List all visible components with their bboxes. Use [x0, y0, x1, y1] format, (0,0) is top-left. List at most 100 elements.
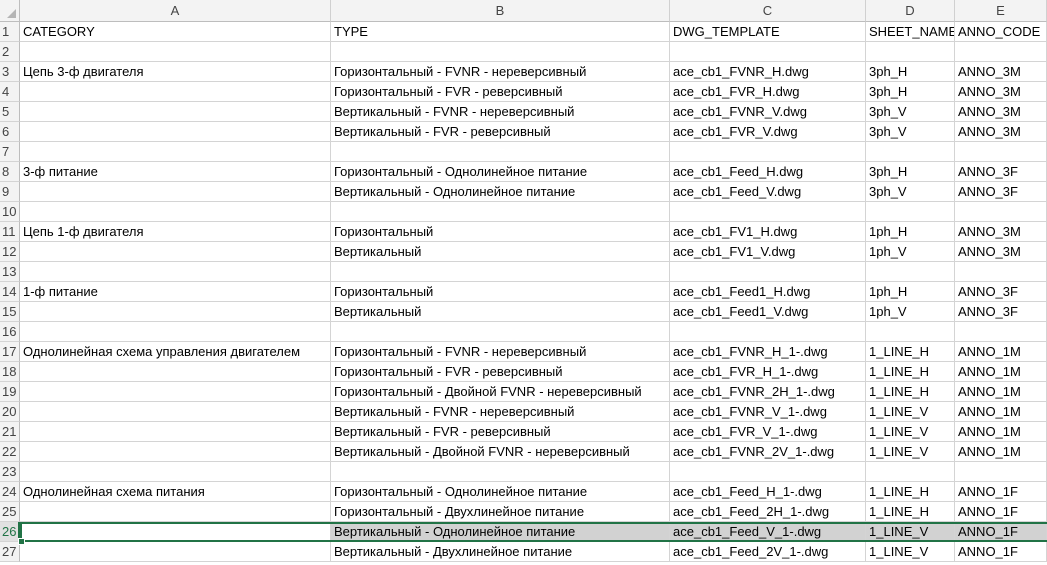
cell-a[interactable] [20, 322, 331, 342]
cell-d[interactable]: 1_LINE_H [866, 362, 955, 382]
cell-a[interactable] [20, 302, 331, 322]
cell-c[interactable]: ace_cb1_FVNR_H_1-.dwg [670, 342, 866, 362]
row-header[interactable]: 4 [0, 82, 20, 102]
row-header[interactable]: 27 [0, 542, 20, 562]
cell-d[interactable]: 3ph_H [866, 162, 955, 182]
cell-e[interactable]: ANNO_3F [955, 182, 1047, 202]
row-header[interactable]: 10 [0, 202, 20, 222]
row-header[interactable]: 3 [0, 62, 20, 82]
cell-d[interactable]: 3ph_V [866, 102, 955, 122]
row-header[interactable]: 6 [0, 122, 20, 142]
cell-b[interactable]: Вертикальный - Однолинейное питание [331, 522, 670, 542]
cell-c[interactable] [670, 462, 866, 482]
cell-e[interactable]: ANNO_CODE [955, 22, 1047, 42]
cell-b[interactable] [331, 42, 670, 62]
row-header[interactable]: 11 [0, 222, 20, 242]
cell-e[interactable] [955, 42, 1047, 62]
cell-a[interactable]: Цепь 1-ф двигателя [20, 222, 331, 242]
cell-b[interactable] [331, 142, 670, 162]
column-header-a[interactable]: A [20, 0, 331, 22]
cell-c[interactable]: DWG_TEMPLATE [670, 22, 866, 42]
cell-c[interactable] [670, 322, 866, 342]
cell-e[interactable]: ANNO_1M [955, 362, 1047, 382]
cell-c[interactable]: ace_cb1_Feed_V_1-.dwg [670, 522, 866, 542]
row-header[interactable]: 23 [0, 462, 20, 482]
cell-b[interactable]: Горизонтальный - FVNR - нереверсивный [331, 342, 670, 362]
cell-a[interactable] [20, 442, 331, 462]
cell-c[interactable]: ace_cb1_FVR_H.dwg [670, 82, 866, 102]
cell-c[interactable]: ace_cb1_FVNR_H.dwg [670, 62, 866, 82]
cell-a[interactable]: 1-ф питание [20, 282, 331, 302]
column-header-d[interactable]: D [866, 0, 955, 22]
cell-c[interactable] [670, 262, 866, 282]
cell-c[interactable] [670, 42, 866, 62]
row-header[interactable]: 21 [0, 422, 20, 442]
cell-b[interactable]: Вертикальный - Двойной FVNR - нереверсив… [331, 442, 670, 462]
cell-e[interactable]: ANNO_1M [955, 422, 1047, 442]
cell-e[interactable]: ANNO_1F [955, 522, 1047, 542]
cell-d[interactable]: 3ph_V [866, 182, 955, 202]
cell-c[interactable]: ace_cb1_FVNR_2H_1-.dwg [670, 382, 866, 402]
cell-a[interactable] [20, 42, 331, 62]
row-header[interactable]: 24 [0, 482, 20, 502]
cell-c[interactable]: ace_cb1_FVNR_V.dwg [670, 102, 866, 122]
cell-a[interactable]: Однолинейная схема управления двигателем [20, 342, 331, 362]
cell-b[interactable]: Горизонтальный - Двойной FVNR - нереверс… [331, 382, 670, 402]
cell-e[interactable]: ANNO_3M [955, 62, 1047, 82]
cell-d[interactable]: 3ph_H [866, 82, 955, 102]
cell-d[interactable]: 1_LINE_V [866, 522, 955, 542]
cell-a[interactable] [20, 422, 331, 442]
cell-a[interactable] [20, 102, 331, 122]
row-header[interactable]: 15 [0, 302, 20, 322]
cell-e[interactable]: ANNO_1M [955, 442, 1047, 462]
spreadsheet-grid[interactable]: ABCDE 1 CATEGORY TYPE DWG_TEMPLATE SHEET_NAM… [0, 0, 1047, 565]
cell-a[interactable]: 3-ф питание [20, 162, 331, 182]
cell-c[interactable]: ace_cb1_Feed_V.dwg [670, 182, 866, 202]
cell-e[interactable]: ANNO_3F [955, 162, 1047, 182]
row-header[interactable]: 7 [0, 142, 20, 162]
column-header-e[interactable]: E [955, 0, 1047, 22]
cell-d[interactable]: 1_LINE_H [866, 382, 955, 402]
row-header[interactable]: 26 [0, 522, 20, 542]
cell-c[interactable]: ace_cb1_Feed_H_1-.dwg [670, 482, 866, 502]
cell-d[interactable]: 1ph_H [866, 222, 955, 242]
cell-c[interactable] [670, 142, 866, 162]
row-header[interactable]: 22 [0, 442, 20, 462]
cell-b[interactable]: Вертикальный - FVR - реверсивный [331, 122, 670, 142]
cell-a[interactable]: Однолинейная схема питания [20, 482, 331, 502]
cell-e[interactable]: ANNO_1F [955, 502, 1047, 522]
cell-a[interactable] [20, 202, 331, 222]
cell-b[interactable]: Вертикальный [331, 302, 670, 322]
cell-d[interactable]: 3ph_H [866, 62, 955, 82]
cell-a[interactable] [20, 182, 331, 202]
select-all-corner[interactable] [0, 0, 20, 22]
row-header[interactable]: 19 [0, 382, 20, 402]
cell-a[interactable] [20, 502, 331, 522]
cell-a[interactable] [20, 142, 331, 162]
cell-a[interactable]: CATEGORY [20, 22, 331, 42]
cell-c[interactable]: ace_cb1_Feed1_V.dwg [670, 302, 866, 322]
row-header[interactable]: 17 [0, 342, 20, 362]
cell-b[interactable]: Горизонтальный [331, 222, 670, 242]
cell-b[interactable]: Горизонтальный - Однолинейное питание [331, 162, 670, 182]
cell-d[interactable]: 1ph_V [866, 302, 955, 322]
cell-a[interactable] [20, 242, 331, 262]
row-header[interactable]: 20 [0, 402, 20, 422]
cell-d[interactable] [866, 42, 955, 62]
row-header[interactable]: 5 [0, 102, 20, 122]
column-header-c[interactable]: C [670, 0, 866, 22]
cell-e[interactable]: ANNO_3M [955, 102, 1047, 122]
row-header[interactable]: 25 [0, 502, 20, 522]
cell-e[interactable]: ANNO_1M [955, 382, 1047, 402]
cell-a[interactable] [20, 122, 331, 142]
row-header[interactable]: 8 [0, 162, 20, 182]
cell-b[interactable]: Вертикальный - Двухлинейное питание [331, 542, 670, 562]
cell-c[interactable]: ace_cb1_FV1_V.dwg [670, 242, 866, 262]
cell-c[interactable]: ace_cb1_FVR_H_1-.dwg [670, 362, 866, 382]
cell-d[interactable]: 1ph_H [866, 282, 955, 302]
cell-d[interactable]: 1_LINE_V [866, 422, 955, 442]
cell-b[interactable]: Вертикальный - FVNR - нереверсивный [331, 102, 670, 122]
cell-e[interactable]: ANNO_1F [955, 542, 1047, 562]
cell-a[interactable] [20, 542, 331, 562]
cell-b[interactable]: Вертикальный - FVNR - нереверсивный [331, 402, 670, 422]
